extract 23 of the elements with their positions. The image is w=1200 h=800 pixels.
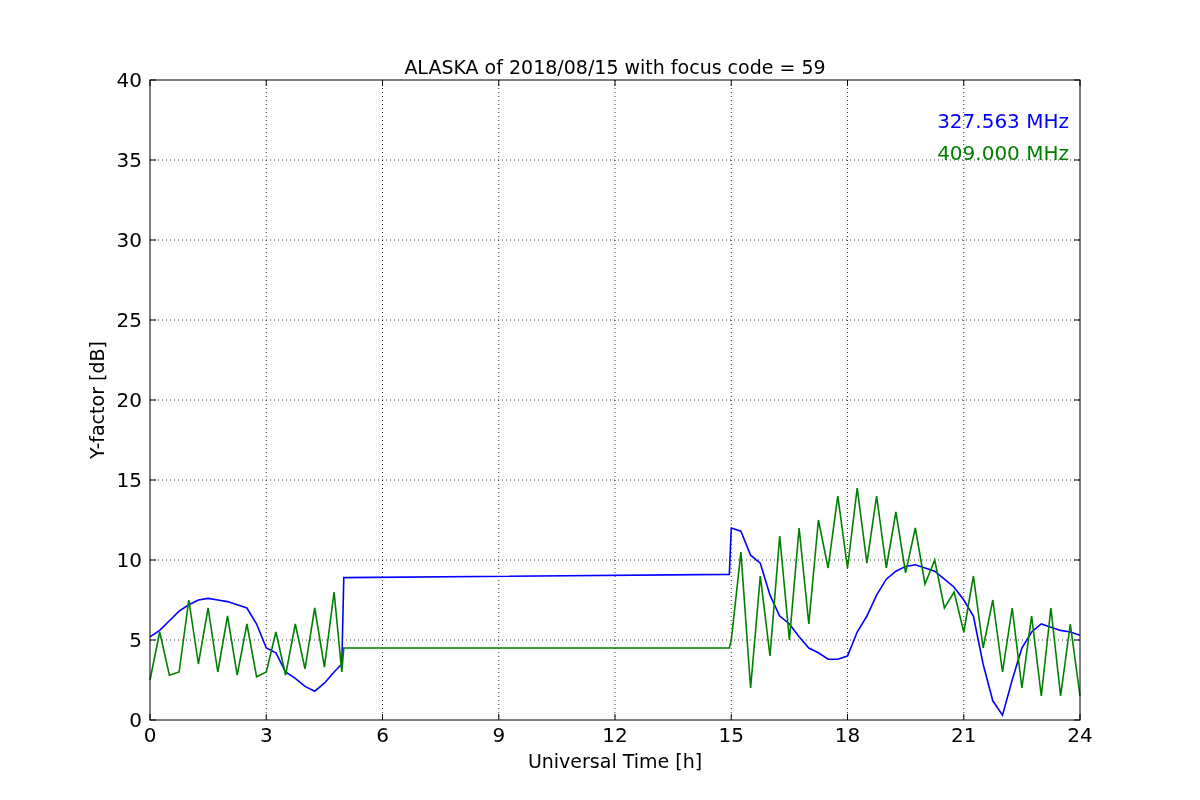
x-tick-label: 3 (259, 723, 273, 747)
y-tick-label: 20 (116, 388, 142, 412)
y-tick-label: 30 (116, 228, 142, 252)
x-tick-label: 15 (718, 723, 744, 747)
x-tick-label: 21 (951, 723, 977, 747)
legend-entry: 327.563 MHz (937, 109, 1069, 133)
x-tick-label: 9 (492, 723, 506, 747)
y-tick-label: 0 (129, 708, 142, 732)
y-tick-label: 35 (116, 148, 142, 172)
y-axis-label: Y-factor [dB] (86, 341, 108, 459)
y-tick-label: 25 (116, 308, 142, 332)
y-tick-label: 10 (116, 548, 142, 572)
y-tick-label: 15 (116, 468, 142, 492)
x-tick-label: 0 (143, 723, 157, 747)
x-tick-label: 6 (376, 723, 389, 747)
chart-title: ALASKA of 2018/08/15 with focus code = 59 (404, 56, 826, 78)
y-tick-label: 40 (116, 68, 142, 92)
y-tick-label: 5 (129, 628, 142, 652)
x-axis-label: Universal Time [h] (527, 750, 703, 772)
legend-entry: 409.000 MHz (937, 141, 1069, 165)
x-tick-label: 12 (602, 723, 628, 747)
x-tick-label: 24 (1067, 723, 1093, 747)
x-tick-label: 18 (834, 723, 861, 747)
